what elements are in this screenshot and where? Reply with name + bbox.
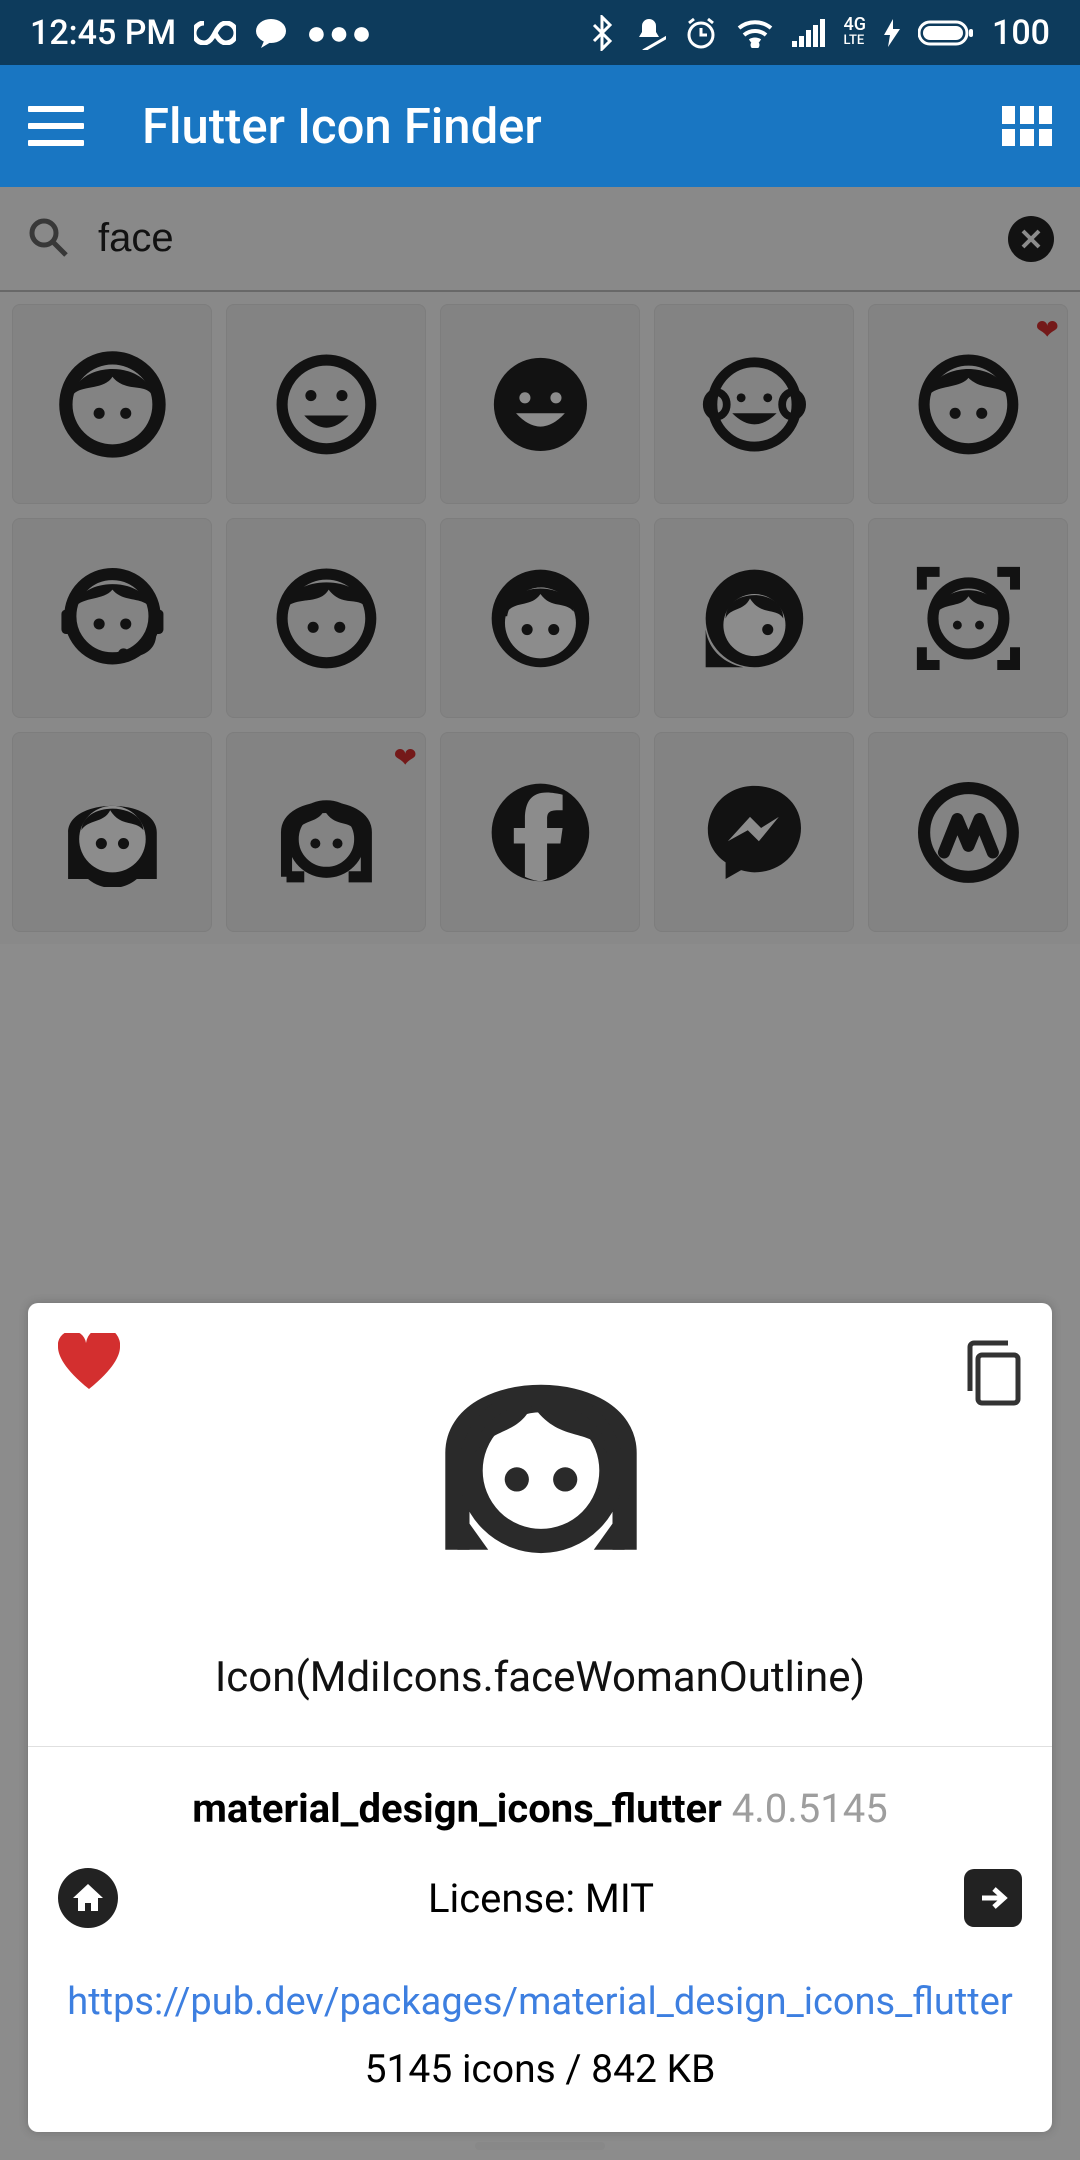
favorite-button[interactable] xyxy=(58,1333,120,1393)
network-label: 4G LTE xyxy=(844,17,867,49)
detail-icon-preview xyxy=(120,1333,962,1563)
battery-percent: 100 xyxy=(992,13,1050,53)
license-text: License: MIT xyxy=(118,1875,964,1922)
package-stats: 5145 icons / 842 KB xyxy=(28,2030,1052,2132)
package-version: 4.0.5145 xyxy=(732,1785,888,1832)
status-bar: 12:45 PM ●●● 4G LTE xyxy=(0,0,1080,65)
package-name: material_design_icons_flutter xyxy=(192,1785,722,1832)
menu-button[interactable] xyxy=(28,106,84,146)
grid-toggle-button[interactable] xyxy=(1002,106,1052,146)
more-dots-icon: ●●● xyxy=(306,13,374,53)
nav-handle[interactable] xyxy=(475,2142,605,2150)
app-bar: Flutter Icon Finder xyxy=(0,65,1080,187)
bluetooth-icon xyxy=(590,15,614,51)
home-button[interactable] xyxy=(58,1868,118,1928)
package-url-link[interactable]: https://pub.dev/packages/material_design… xyxy=(67,1980,1012,2024)
signal-icon xyxy=(792,19,826,47)
icon-code-text: Icon(MdiIcons.faceWomanOutline) xyxy=(28,1573,1052,1746)
wifi-icon xyxy=(736,18,774,48)
dnd-icon xyxy=(632,16,666,50)
chat-bubble-icon xyxy=(254,18,288,48)
copy-button[interactable] xyxy=(962,1339,1022,1411)
alarm-icon xyxy=(684,16,718,50)
charging-icon xyxy=(884,19,900,47)
battery-icon xyxy=(918,19,974,47)
app-title: Flutter Icon Finder xyxy=(142,98,542,155)
status-time: 12:45 PM xyxy=(30,13,176,53)
detail-sheet: Icon(MdiIcons.faceWomanOutline) material… xyxy=(0,1275,1080,2160)
package-url-row: https://pub.dev/packages/material_design… xyxy=(28,1946,1052,2030)
open-link-button[interactable] xyxy=(964,1869,1022,1927)
infinity-icon xyxy=(194,21,236,45)
package-row: material_design_icons_flutter 4.0.5145 xyxy=(28,1747,1052,1850)
